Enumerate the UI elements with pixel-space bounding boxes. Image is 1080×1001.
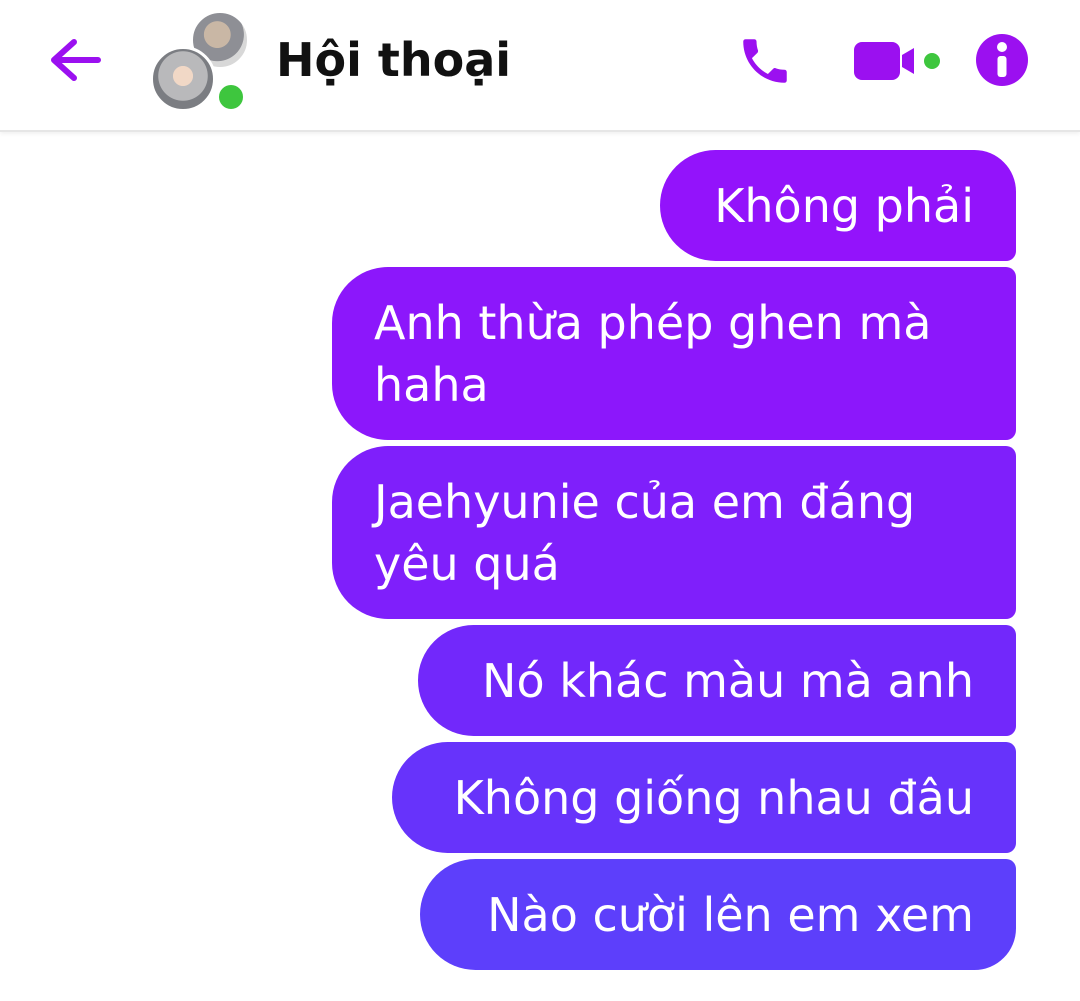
group-avatar[interactable] [150, 10, 250, 114]
message-text: Nào cười lên em xem [487, 887, 974, 942]
message-list[interactable]: Không phải Anh thừa phép ghen mà haha Ja… [0, 134, 1080, 1001]
message-bubble[interactable]: Nào cười lên em xem [420, 859, 1016, 970]
conversation-title[interactable]: Hội thoại [276, 30, 511, 90]
info-icon [976, 34, 1028, 86]
info-button[interactable] [974, 32, 1030, 88]
message-bubble[interactable]: Không giống nhau đâu [392, 742, 1016, 853]
message-text: Nó khác màu mà anh [482, 653, 974, 708]
phone-icon [743, 39, 787, 83]
back-button[interactable] [46, 34, 106, 86]
chat-header: Hội thoại [0, 0, 1080, 132]
avatar-member-1 [150, 46, 216, 112]
message-bubble[interactable]: Nó khác màu mà anh [418, 625, 1016, 736]
back-arrow-icon [51, 39, 101, 81]
message-text: Không phải [714, 178, 974, 233]
message-bubble[interactable]: Jaehyunie của em đáng yêu quá [332, 446, 1016, 619]
video-camera-icon [854, 42, 940, 80]
message-text: Anh thừa phép ghen mà haha [374, 295, 932, 412]
online-status-indicator [214, 80, 248, 114]
message-text: Jaehyunie của em đáng yêu quá [374, 474, 916, 591]
message-bubble[interactable]: Anh thừa phép ghen mà haha [332, 267, 1016, 440]
message-text: Không giống nhau đâu [453, 770, 974, 825]
voice-call-button[interactable] [736, 32, 794, 90]
message-bubble[interactable]: Không phải [660, 150, 1016, 261]
video-call-button[interactable] [852, 38, 948, 84]
